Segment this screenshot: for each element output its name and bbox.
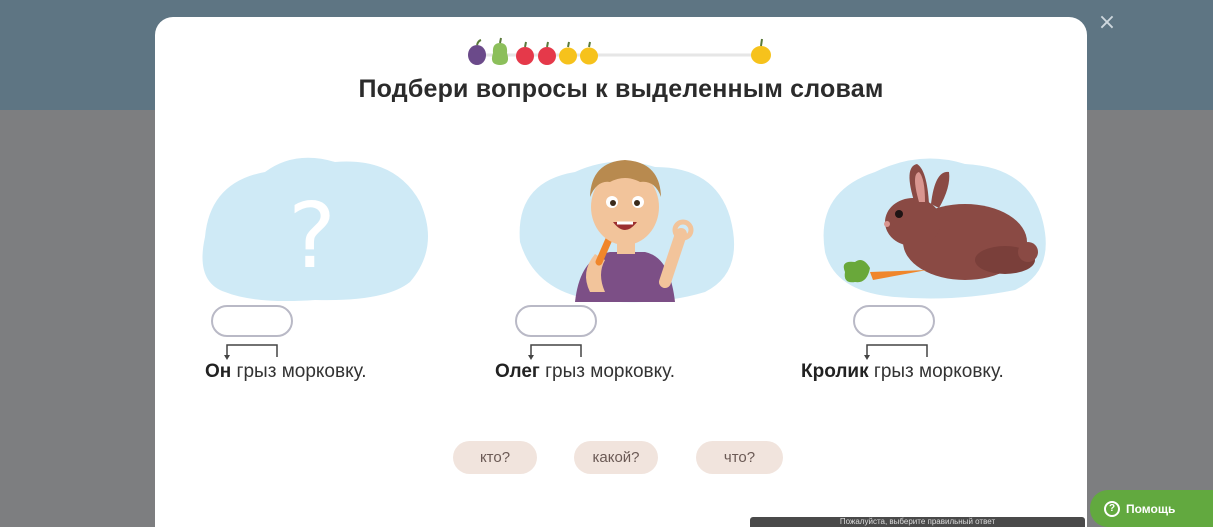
- sentence-rest-3: грыз морковку.: [868, 361, 1004, 382]
- sentence-rest-2: грыз морковку.: [539, 361, 676, 382]
- progress-bar: [468, 37, 771, 65]
- bracket-3: [864, 344, 928, 360]
- card-rabbit: [815, 142, 1055, 322]
- boy-image: [519, 160, 735, 303]
- help-icon: ?: [1104, 500, 1120, 517]
- task-title: Подбери вопросы к выделенным словам: [358, 75, 884, 103]
- highlighted-word-1: Он: [205, 361, 232, 382]
- apple-icon: [516, 41, 534, 65]
- footer-hint: Пожалуйста, выберите правильный ответ: [750, 517, 1085, 527]
- exercise-modal: Подбери вопросы к выделенным словам ? Он…: [155, 17, 1087, 527]
- bracket-1: [224, 344, 278, 360]
- sentence-rest-1: грыз морковку.: [231, 361, 367, 382]
- sentence-3: Кролик грыз морковку.: [801, 361, 1004, 383]
- card-boy: [505, 142, 745, 322]
- sentence-2: Олег грыз морковку.: [495, 361, 675, 383]
- highlighted-word-3: Кролик: [801, 361, 869, 382]
- close-icon[interactable]: ×: [1096, 12, 1118, 34]
- answer-chip-kakoy[interactable]: какой?: [574, 441, 658, 474]
- rabbit-image: [823, 158, 1046, 299]
- question-cloud-image: ?: [202, 157, 428, 301]
- bracket-2: [528, 344, 582, 360]
- apple-icon: [538, 41, 556, 65]
- answer-slot-3[interactable]: [853, 305, 935, 337]
- card-question: ?: [195, 142, 435, 322]
- question-mark-icon: ?: [288, 184, 336, 289]
- lemon-icon: [559, 41, 577, 65]
- answer-slot-2[interactable]: [515, 305, 597, 337]
- answer-chip-chto[interactable]: что?: [696, 441, 783, 474]
- help-button[interactable]: ? Помощь: [1090, 490, 1213, 527]
- answer-slot-1[interactable]: [211, 305, 293, 337]
- sentence-1: Он грыз морковку.: [205, 361, 366, 383]
- highlighted-word-2: Олег: [495, 361, 540, 382]
- pear-icon: [491, 37, 509, 65]
- answer-chip-kto[interactable]: кто?: [453, 441, 537, 474]
- lemon-icon: [580, 41, 598, 65]
- plum-icon: [468, 39, 486, 65]
- goal-lemon-icon: [751, 38, 771, 64]
- help-label: Помощь: [1126, 501, 1176, 516]
